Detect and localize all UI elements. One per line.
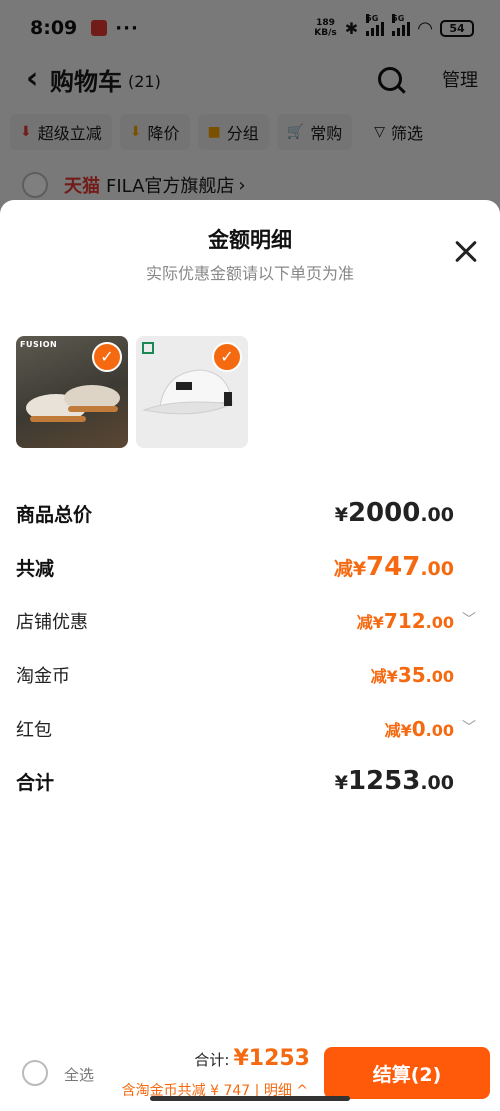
chevron-down-icon[interactable]: ﹀ [462, 609, 476, 629]
selected-check-icon[interactable]: ✓ [92, 342, 122, 372]
sheet-title: 金额明细 [208, 228, 292, 252]
product-thumbnails: FUSION ✓ ✓ [16, 336, 248, 448]
sheet-subtitle: 实际优惠金额请以下单页为准 [145, 264, 354, 283]
select-all-checkbox[interactable] [22, 1060, 48, 1086]
grand-total-value: ¥1253.00 [334, 766, 454, 796]
checkout-button[interactable]: 结算(2) [324, 1047, 490, 1099]
total-discount-value: 减¥ 747.00 [333, 552, 454, 582]
product-thumb-cap[interactable]: ✓ [136, 336, 248, 448]
coins-value: 减¥ 35.00 [370, 663, 454, 687]
home-indicator[interactable] [150, 1096, 350, 1101]
close-icon[interactable] [454, 240, 478, 264]
row-grand-total: 合计 ¥1253.00 [16, 766, 454, 796]
total-price-value: ¥2000.00 [334, 498, 454, 528]
amount-detail-sheet: 金额明细 实际优惠金额请以下单页为准 FUSION ✓ ✓ 商品总价 ¥ 200… [0, 200, 500, 1111]
shop-discount-value: 减¥ 712.00 [356, 609, 454, 633]
row-red-packet[interactable]: 红包 减¥ 0.00 ﹀ [16, 716, 476, 742]
total-line: 合计: ¥1253 [194, 1046, 310, 1071]
product-thumb-shoe[interactable]: FUSION ✓ [16, 336, 128, 448]
select-all-label[interactable]: 全选 [64, 1064, 94, 1085]
row-coins: 淘金币 减¥ 35.00 [16, 663, 454, 687]
chevron-down-icon[interactable]: ﹀ [462, 717, 476, 737]
total-amount: ¥1253 [233, 1046, 310, 1071]
row-total-price: 商品总价 ¥2000.00 [16, 498, 454, 528]
selected-check-icon[interactable]: ✓ [212, 342, 242, 372]
red-packet-value: 减¥ 0.00 [384, 717, 454, 741]
row-shop-discount[interactable]: 店铺优惠 减¥ 712.00 ﹀ [16, 608, 476, 634]
row-total-discount: 共减 减¥ 747.00 [16, 552, 454, 582]
